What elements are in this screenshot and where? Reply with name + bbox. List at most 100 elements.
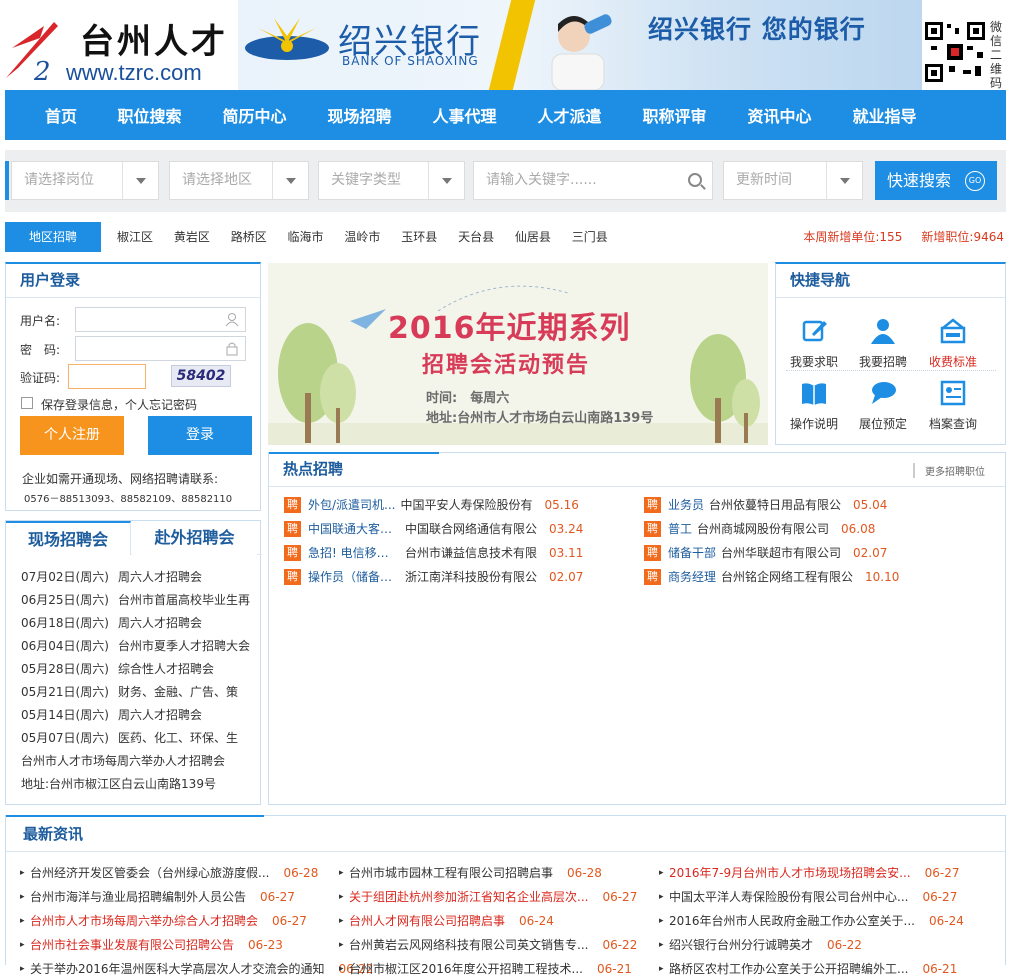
news-item[interactable]: ▸ 台州市人才市场每周六举办综合人才招聘会 06-27 [20, 912, 307, 929]
hot-job-title[interactable]: 急招! 电信移动... [308, 544, 400, 561]
news-title-link[interactable]: 台州市城市园林工程有限公司招聘启事 [349, 866, 553, 880]
more-jobs-link[interactable]: 更多招聘职位 [913, 463, 985, 478]
quick-nav-recruit[interactable]: 我要招聘 [848, 318, 918, 370]
hot-job-row[interactable]: 聘普工 台州商城网股份有限公司 06.08 [644, 520, 875, 537]
fair-row[interactable]: 06月25日(周六) 台州市首届高校毕业生再 [21, 591, 250, 608]
chevron-down-icon[interactable] [122, 162, 158, 199]
nav-item-hr-agency[interactable]: 人事代理 [412, 103, 517, 127]
quick-nav-job-seek[interactable]: 我要求职 [779, 318, 849, 370]
fair-title[interactable]: 台州市夏季人才招聘大会 [118, 639, 250, 653]
hot-job-row[interactable]: 聘中国联通大客户... 中国联合网络通信有限公 03.24 [284, 520, 583, 537]
news-item[interactable]: ▸ 关于组团赴杭州参加浙江省知名企业高层次... 06-27 [339, 888, 637, 905]
region-link[interactable]: 椒江区 [117, 230, 153, 244]
news-title-link[interactable]: 台州市海洋与渔业局招聘编制外人员公告 [30, 890, 246, 904]
quick-nav-instructions[interactable]: 操作说明 [779, 380, 849, 432]
region-link[interactable]: 路桥区 [231, 230, 267, 244]
login-button[interactable]: 登录 [148, 416, 252, 455]
news-title-link[interactable]: 2016年7-9月台州市人才市场现场招聘会安... [669, 866, 911, 880]
nav-item-resume-center[interactable]: 简历中心 [202, 103, 307, 127]
update-time-select[interactable]: 更新时间 [723, 161, 863, 200]
fair-title[interactable]: 综合性人才招聘会 [118, 662, 214, 676]
news-title-link[interactable]: 绍兴银行台州分行诚聘英才 [669, 938, 813, 952]
quick-nav-fees[interactable]: 收费标准 [918, 318, 988, 370]
region-select[interactable]: 请选择地区 [169, 161, 309, 200]
nav-item-career-guide[interactable]: 就业指导 [832, 103, 937, 127]
region-link[interactable]: 天台县 [458, 230, 494, 244]
hot-job-title[interactable]: 商务经理 [668, 568, 716, 585]
nav-item-news-center[interactable]: 资讯中心 [727, 103, 832, 127]
hot-job-title[interactable]: 操作员（储备人... [308, 568, 400, 585]
nav-item-onsite-recruit[interactable]: 现场招聘 [307, 103, 412, 127]
news-title-link[interactable]: 路桥区农村工作办公室关于公开招聘编外工... [669, 962, 908, 976]
search-icon[interactable] [688, 173, 702, 187]
fair-title[interactable]: 周六人才招聘会 [118, 616, 202, 630]
news-title-link[interactable]: 台州黄岩云风网络科技有限公司英文销售专... [349, 938, 588, 952]
fair-row[interactable]: 06月18日(周六) 周六人才招聘会 [21, 614, 202, 631]
hot-job-company[interactable]: 中国平安人寿保险股份有 [401, 498, 533, 512]
nav-item-talent-dispatch[interactable]: 人才派遣 [517, 103, 622, 127]
hot-job-row[interactable]: 聘业务员 台州依蔓特日用品有限公 05.04 [644, 496, 887, 513]
captcha-input[interactable] [68, 364, 146, 389]
news-item[interactable]: ▸ 关于举办2016年温州医科大学高层次人才交流会的通知 06-22 [20, 960, 373, 977]
fair-row[interactable]: 06月04日(周六) 台州市夏季人才招聘大会 [21, 637, 250, 654]
news-title-link[interactable]: 台州市人才市场每周六举办综合人才招聘会 [30, 914, 258, 928]
hot-job-title[interactable]: 外包/派遣司机... [308, 496, 396, 513]
news-title-link[interactable]: 中国太平洋人寿保险股份有限公司台州中心... [669, 890, 908, 904]
hot-job-row[interactable]: 聘商务经理 台州铭企网络工程有限公 10.10 [644, 568, 899, 585]
news-item[interactable]: ▸ 台州市椒江区2016年度公开招聘工程技术... 06-21 [339, 960, 632, 977]
news-item[interactable]: ▸ 台州市城市园林工程有限公司招聘启事 06-28 [339, 864, 602, 881]
news-item[interactable]: ▸ 中国太平洋人寿保险股份有限公司台州中心... 06-27 [659, 888, 957, 905]
news-title-link[interactable]: 台州市社会事业发展有限公司招聘公告 [30, 938, 234, 952]
site-url[interactable]: www.tzrc.com [66, 60, 202, 86]
news-item[interactable]: ▸ 2016年台州市人民政府金融工作办公室关于... 06-24 [659, 912, 964, 929]
news-item[interactable]: ▸ 路桥区农村工作办公室关于公开招聘编外工... 06-21 [659, 960, 957, 977]
hot-job-title[interactable]: 普工 [668, 520, 692, 537]
fair-title[interactable]: 周六人才招聘会 [118, 708, 202, 722]
quick-search-button[interactable]: 快速搜索 GO [875, 161, 997, 200]
news-title-link[interactable]: 台州经济开发区管委会（台州绿心旅游度假... [30, 866, 269, 880]
quick-nav-booth[interactable]: 展位预定 [848, 380, 918, 432]
fair-row[interactable]: 05月07日(周六) 医药、化工、环保、生 [21, 729, 238, 746]
news-title-link[interactable]: 台州人才网有限公司招聘启事 [349, 914, 505, 928]
news-item[interactable]: ▸ 台州黄岩云风网络科技有限公司英文销售专... 06-22 [339, 936, 637, 953]
hot-job-company[interactable]: 台州依蔓特日用品有限公 [709, 498, 841, 512]
region-link[interactable]: 温岭市 [344, 230, 380, 244]
fair-row[interactable]: 07月02日(周六) 周六人才招聘会 [21, 568, 202, 585]
register-button[interactable]: 个人注册 [20, 416, 124, 455]
password-input[interactable] [75, 336, 246, 361]
hot-job-row[interactable]: 聘储备干部 台州华联超市有限公司 02.07 [644, 544, 887, 561]
hot-job-company[interactable]: 台州华联超市有限公司 [721, 546, 841, 560]
hot-job-row[interactable]: 聘急招! 电信移动... 台州市谦益信息技术有限 03.11 [284, 544, 583, 561]
bank-banner-ad[interactable]: 绍兴银行 BANK OF SHAOXING 绍兴银行 您的银行 [238, 0, 922, 90]
position-select[interactable]: 请选择岗位 [11, 161, 159, 200]
quick-nav-archive[interactable]: 档案查询 [918, 380, 988, 432]
hot-job-company[interactable]: 台州商城网股份有限公司 [697, 522, 829, 536]
news-item[interactable]: ▸ 台州经济开发区管委会（台州绿心旅游度假... 06-28 [20, 864, 318, 881]
fair-title[interactable]: 医药、化工、环保、生 [118, 731, 238, 745]
region-link[interactable]: 临海市 [288, 230, 324, 244]
keyword-type-select[interactable]: 关键字类型 [318, 161, 465, 200]
nav-item-title-review[interactable]: 职称评审 [622, 103, 727, 127]
captcha-image[interactable]: 58402 [171, 365, 231, 387]
chevron-down-icon[interactable] [428, 162, 464, 199]
remember-label[interactable]: 保存登录信息，个人忘记密码 [41, 396, 197, 413]
region-link[interactable]: 黄岩区 [174, 230, 210, 244]
chevron-down-icon[interactable] [826, 162, 862, 199]
hot-job-company[interactable]: 中国联合网络通信有限公 [405, 522, 537, 536]
news-item[interactable]: ▸ 2016年7-9月台州市人才市场现场招聘会安... 06-27 [659, 864, 959, 881]
hot-job-company[interactable]: 台州铭企网络工程有限公 [721, 570, 853, 584]
news-item[interactable]: ▸ 台州人才网有限公司招聘启事 06-24 [339, 912, 554, 929]
nav-item-job-search[interactable]: 职位搜索 [97, 103, 202, 127]
region-link[interactable]: 三门县 [572, 230, 608, 244]
fair-row[interactable]: 05月14日(周六) 周六人才招聘会 [21, 706, 202, 723]
tab-external-fairs[interactable]: 赴外招聘会 [132, 521, 257, 555]
news-title-link[interactable]: 关于举办2016年温州医科大学高层次人才交流会的通知 [30, 962, 325, 976]
hot-job-company[interactable]: 台州市谦益信息技术有限 [405, 546, 537, 560]
fair-title[interactable]: 台州市首届高校毕业生再 [118, 593, 250, 607]
nav-item-home[interactable]: 首页 [25, 103, 97, 127]
keyword-input[interactable]: 请输入关键字...... [473, 161, 713, 200]
fair-row[interactable]: 05月28日(周六) 综合性人才招聘会 [21, 660, 214, 677]
news-item[interactable]: ▸ 绍兴银行台州分行诚聘英才 06-22 [659, 936, 862, 953]
news-item[interactable]: ▸ 台州市海洋与渔业局招聘编制外人员公告 06-27 [20, 888, 295, 905]
hot-job-title[interactable]: 业务员 [668, 496, 704, 513]
